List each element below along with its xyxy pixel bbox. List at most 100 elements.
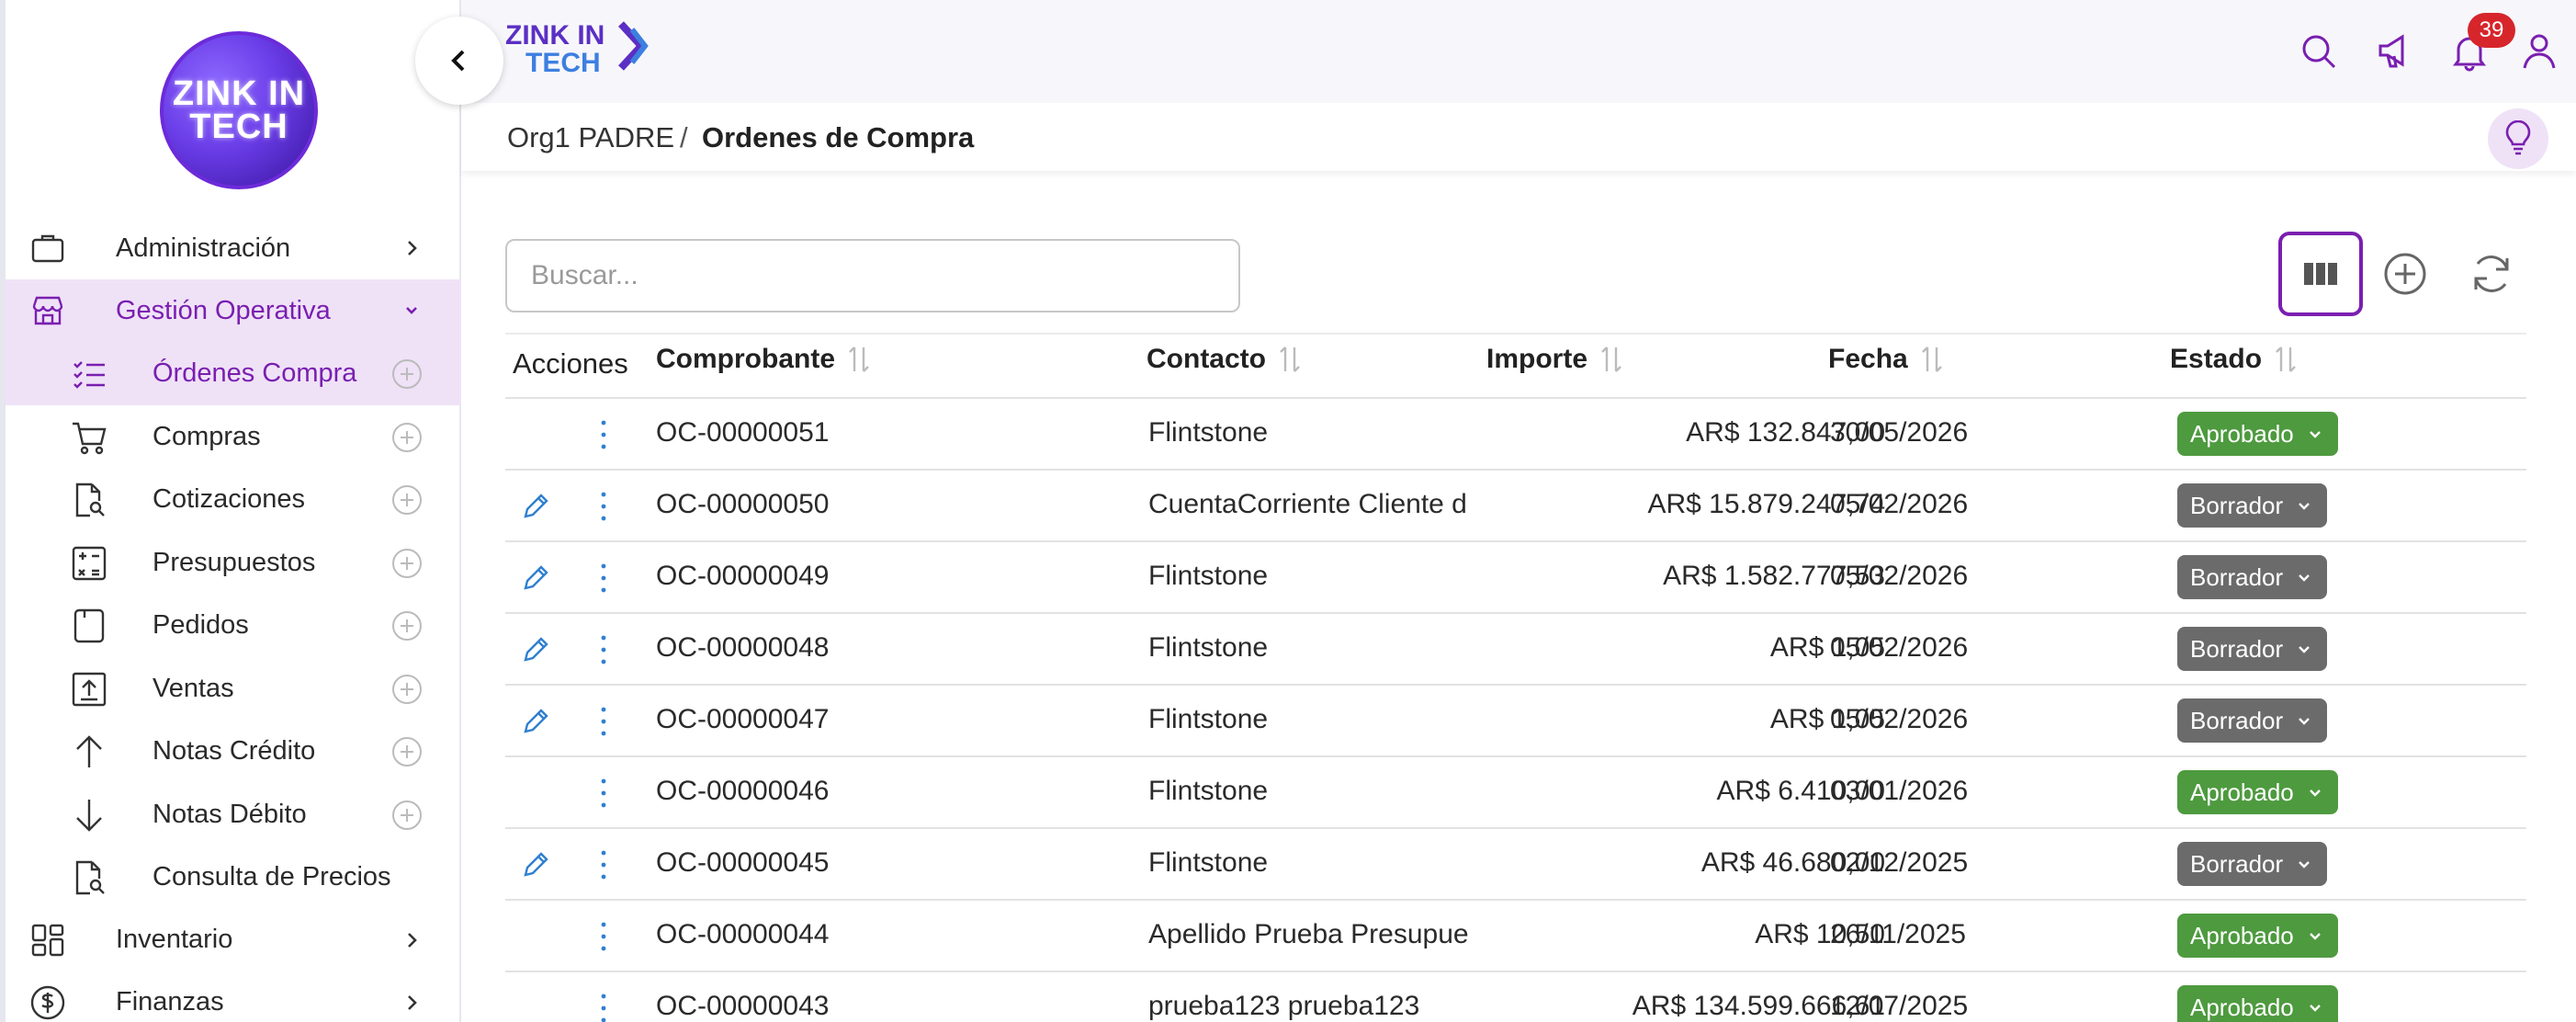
sidebar-subitem-label: Notas Débito — [153, 799, 307, 829]
sidebar-item-gestion-operativa[interactable]: Gestión Operativa — [6, 279, 461, 342]
sort-icon — [2276, 346, 2296, 372]
more-vertical-icon[interactable] — [588, 489, 619, 524]
table-row[interactable]: OC-00000050 CuentaCorriente Cliente d AR$ … — [505, 471, 2526, 542]
company-logo[interactable]: ZINK IN TECH — [160, 31, 318, 189]
sidebar-subitem-consulta-precios[interactable]: Consulta de Precios — [6, 846, 461, 909]
more-vertical-icon[interactable] — [588, 417, 619, 452]
chevron-down-icon — [2299, 574, 2310, 582]
status-badge[interactable]: Aprobado — [2177, 770, 2338, 814]
search-input[interactable] — [505, 239, 1240, 312]
table-row[interactable]: OC-00000044 Apellido Prueba Presupue AR$ 1… — [505, 901, 2526, 972]
sidebar-subitem-ordenes-compra[interactable]: Órdenes Compra — [6, 342, 461, 405]
edit-icon[interactable] — [520, 562, 551, 594]
brand-logo[interactable]: ZINK IN TECH — [505, 15, 652, 79]
more-vertical-icon[interactable] — [588, 704, 619, 739]
more-vertical-icon[interactable] — [588, 632, 619, 667]
sidebar-item-inventario[interactable]: Inventario — [6, 909, 461, 971]
upload-box-icon — [72, 672, 107, 706]
table-header: Acciones Comprobante Contacto Importe Fe… — [505, 333, 2526, 399]
columns-icon — [2304, 263, 2337, 285]
brand-line-2: TECH — [525, 48, 601, 78]
more-vertical-icon[interactable] — [588, 991, 619, 1022]
breadcrumb-separator: / — [680, 121, 688, 153]
orders-table: Acciones Comprobante Contacto Importe Fe… — [505, 333, 2526, 1022]
cell-contacto: Apellido Prueba Presupue — [1148, 919, 1469, 949]
header-fecha[interactable]: Fecha — [1828, 344, 1943, 375]
sidebar-item-finanzas[interactable]: Finanzas — [6, 971, 461, 1022]
sidebar-subitem-label: Cotizaciones — [153, 484, 306, 514]
add-button[interactable] — [2363, 232, 2447, 316]
add-circle-icon[interactable] — [391, 484, 423, 516]
sidebar: ZINK IN TECH Administración Gestión Oper… — [0, 0, 461, 1022]
briefcase-icon — [31, 234, 64, 263]
cell-contacto: Flintstone — [1148, 417, 1269, 448]
notification-count-badge: 39 — [2468, 13, 2515, 48]
doc-search-icon — [75, 860, 105, 895]
table-row[interactable]: OC-00000046 Flintstone AR$ 6.410,00 03/01/2… — [505, 757, 2526, 829]
add-circle-icon[interactable] — [391, 548, 423, 579]
sidebar-subitem-presupuestos[interactable]: Presupuestos — [6, 531, 461, 595]
add-circle-icon[interactable] — [391, 610, 423, 642]
cell-comprobante: OC-00000044 — [656, 919, 830, 949]
add-circle-icon[interactable] — [391, 674, 423, 705]
add-circle-icon[interactable] — [391, 736, 423, 767]
table-row[interactable]: OC-00000047 Flintstone AR$ 1,05 05/02/2026 B… — [505, 686, 2526, 757]
status-badge[interactable]: Aprobado — [2177, 412, 2338, 456]
cell-contacto: Flintstone — [1148, 704, 1269, 734]
breadcrumb-parent[interactable]: Org1 PADRE — [507, 121, 674, 154]
sidebar-subitem-ventas[interactable]: Ventas — [6, 657, 461, 721]
edit-icon[interactable] — [520, 849, 551, 880]
status-badge[interactable]: Aprobado — [2177, 985, 2338, 1022]
more-vertical-icon[interactable] — [588, 919, 619, 954]
table-row[interactable]: OC-00000049 Flintstone AR$ 1.582.777,53 05/… — [505, 542, 2526, 614]
sidebar-subitem-notas-credito[interactable]: Notas Crédito — [6, 720, 461, 783]
grid-icon — [31, 924, 64, 956]
cell-comprobante: OC-00000045 — [656, 847, 830, 878]
sidebar-subitem-cotizaciones[interactable]: Cotizaciones — [6, 468, 461, 531]
collapse-sidebar-button[interactable] — [415, 17, 503, 105]
columns-toggle-button[interactable] — [2278, 232, 2363, 316]
header-contacto[interactable]: Contacto — [1147, 344, 1301, 375]
add-circle-icon[interactable] — [391, 800, 423, 831]
edit-icon[interactable] — [520, 706, 551, 737]
add-circle-icon[interactable] — [391, 358, 423, 390]
sidebar-item-administracion[interactable]: Administración — [6, 217, 461, 279]
more-vertical-icon[interactable] — [588, 847, 619, 882]
megaphone-icon[interactable] — [2376, 31, 2416, 72]
cell-comprobante: OC-00000043 — [656, 991, 830, 1021]
status-badge[interactable]: Borrador — [2177, 842, 2328, 886]
refresh-button[interactable] — [2449, 232, 2534, 316]
add-circle-icon[interactable] — [391, 422, 423, 453]
cell-comprobante: OC-00000046 — [656, 776, 830, 806]
status-badge[interactable]: Borrador — [2177, 555, 2328, 599]
search-icon[interactable] — [2299, 31, 2339, 72]
edit-icon[interactable] — [520, 491, 551, 522]
status-badge[interactable]: Borrador — [2177, 627, 2328, 671]
tips-button[interactable] — [2488, 108, 2548, 169]
sidebar-item-label: Finanzas — [116, 987, 224, 1016]
table-row[interactable]: OC-00000043 prueba123 prueba123 AR$ 134.59… — [505, 972, 2526, 1022]
sidebar-subitem-pedidos[interactable]: Pedidos — [6, 594, 461, 657]
add-circle-icon — [2384, 253, 2426, 295]
chevron-down-icon — [2309, 431, 2321, 438]
cell-fecha: 05/02/2026 — [1830, 704, 1969, 734]
header-estado[interactable]: Estado — [2170, 344, 2297, 375]
table-row[interactable]: OC-00000048 Flintstone AR$ 1,05 05/02/2026 B… — [505, 614, 2526, 686]
table-row[interactable]: OC-00000051 Flintstone AR$ 132.847,00 30/05… — [505, 399, 2526, 471]
user-icon[interactable] — [2519, 31, 2559, 72]
status-badge[interactable]: Aprobado — [2177, 914, 2338, 958]
sidebar-item-label: Administración — [116, 233, 291, 263]
more-vertical-icon[interactable] — [588, 776, 619, 811]
header-importe[interactable]: Importe — [1486, 344, 1622, 375]
status-badge[interactable]: Borrador — [2177, 698, 2328, 743]
header-comprobante[interactable]: Comprobante — [656, 344, 870, 375]
sidebar-subitem-notas-debito[interactable]: Notas Débito — [6, 783, 461, 846]
sidebar-subitem-compras[interactable]: Compras — [6, 405, 461, 469]
status-badge[interactable]: Borrador — [2177, 483, 2328, 528]
edit-icon[interactable] — [520, 634, 551, 665]
sort-icon — [1280, 346, 1300, 372]
more-vertical-icon[interactable] — [588, 561, 619, 596]
lightbulb-icon — [2505, 120, 2531, 155]
chevron-right-icon — [408, 241, 417, 255]
table-row[interactable]: OC-00000045 Flintstone AR$ 46.680,00 02/12/… — [505, 829, 2526, 901]
